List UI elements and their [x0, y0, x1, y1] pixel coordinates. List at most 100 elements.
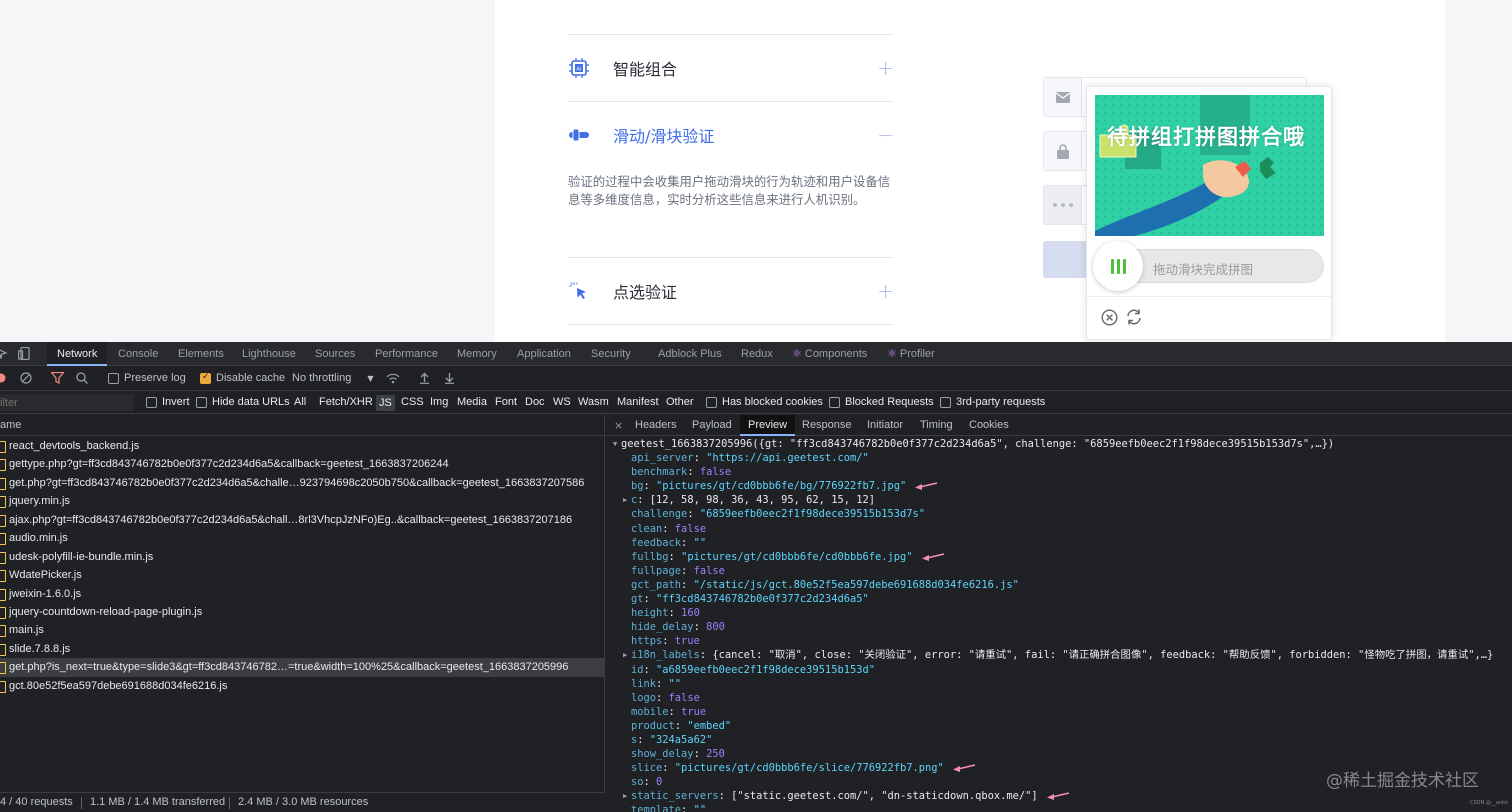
checkbox: [108, 372, 119, 384]
expand-triangle-down-icon[interactable]: ▼: [613, 437, 617, 451]
json-root-line[interactable]: ▼ geetest_1663837205996({gt: "ff3cd843746…: [606, 437, 1512, 451]
device-toolbar-icon[interactable]: [17, 346, 32, 361]
has-blocked-cookies-checkbox[interactable]: Has blocked cookies: [706, 396, 823, 408]
tab-lighthouse[interactable]: Lighthouse: [242, 342, 296, 366]
tab-timing[interactable]: Timing: [920, 415, 953, 436]
type-filter-wasm[interactable]: Wasm: [578, 396, 609, 408]
tab-preview[interactable]: Preview: [740, 415, 796, 436]
tab-performance[interactable]: Performance: [375, 342, 438, 366]
request-row[interactable]: slide.7.8.8.js: [0, 640, 604, 658]
third-party-checkbox[interactable]: 3rd-party requests: [940, 396, 1045, 408]
request-row[interactable]: udesk-polyfill-ie-bundle.min.js: [0, 548, 604, 566]
type-filter-media[interactable]: Media: [457, 396, 487, 408]
feature-click-verify[interactable]: 点选验证 +: [568, 271, 894, 311]
feature-slider-verify[interactable]: 滑动/滑块验证 −: [568, 115, 894, 155]
request-row[interactable]: jquery.min.js: [0, 492, 604, 510]
type-filter-font[interactable]: Font: [495, 396, 517, 408]
filter-icon[interactable]: [51, 372, 64, 384]
tab-components[interactable]: ⚛ Components: [792, 342, 867, 366]
tab-response[interactable]: Response: [802, 415, 852, 436]
json-value: {cancel: "取消", close: "关闭验证", error: "请重…: [712, 649, 1494, 662]
expand-toggle[interactable]: +: [877, 56, 894, 80]
type-filter-doc[interactable]: Doc: [525, 396, 545, 408]
type-filter-fetch-xhr[interactable]: Fetch/XHR: [319, 396, 373, 408]
slider-handle[interactable]: [1093, 241, 1143, 291]
request-row[interactable]: react_devtools_backend.js: [0, 437, 604, 455]
type-filter-all[interactable]: All: [294, 396, 306, 408]
lock-icon: [1044, 132, 1082, 170]
annotation-arrow-icon: [921, 552, 945, 562]
checkbox-label: Preserve log: [124, 372, 186, 384]
tab-application[interactable]: Application: [517, 342, 571, 366]
clear-icon[interactable]: [20, 372, 32, 384]
json-colon: :: [668, 705, 682, 718]
type-filter-js[interactable]: JS: [376, 395, 395, 411]
request-row[interactable]: audio.min.js: [0, 529, 604, 547]
json-key: template: [631, 804, 682, 812]
inspect-icon[interactable]: [0, 347, 8, 361]
request-row[interactable]: ajax.php?gt=ff3cd843746782b0e0f377c2d234…: [0, 511, 604, 529]
throttling-select[interactable]: No throttling ▼: [292, 372, 373, 384]
json-property-line[interactable]: ▶ c: [12, 58, 98, 36, 43, 95, 62, 15, 12]: [606, 493, 1512, 507]
tab-memory[interactable]: Memory: [457, 342, 497, 366]
collapse-toggle[interactable]: −: [877, 123, 894, 147]
blocked-requests-checkbox[interactable]: Blocked Requests: [829, 396, 934, 408]
tab-payload[interactable]: Payload: [692, 415, 732, 436]
tab-cookies[interactable]: Cookies: [969, 415, 1009, 436]
tab-console[interactable]: Console: [118, 342, 158, 366]
request-row[interactable]: gettype.php?gt=ff3cd843746782b0e0f377c2d…: [0, 455, 604, 473]
expand-triangle-right-icon[interactable]: ▶: [623, 648, 627, 662]
expand-triangle-right-icon[interactable]: ▶: [623, 493, 627, 507]
type-filter-manifest[interactable]: Manifest: [617, 396, 659, 408]
expand-triangle-right-icon[interactable]: ▶: [623, 789, 627, 803]
tab-redux[interactable]: Redux: [741, 342, 773, 366]
request-row[interactable]: gct.80e52f5ea597debe691688d034fe6216.js: [0, 677, 604, 695]
tab-network[interactable]: Network: [47, 342, 108, 366]
import-har-icon[interactable]: [419, 372, 430, 384]
invert-checkbox[interactable]: Invert: [146, 396, 190, 408]
json-value: 800: [706, 621, 725, 634]
tab-headers[interactable]: Headers: [635, 415, 677, 436]
tab-security[interactable]: Security: [591, 342, 631, 366]
tab-elements[interactable]: Elements: [178, 342, 224, 366]
type-filter-other[interactable]: Other: [666, 396, 694, 408]
close-icon[interactable]: [1100, 308, 1118, 326]
type-filter-css[interactable]: CSS: [401, 396, 424, 408]
expand-toggle[interactable]: +: [877, 279, 894, 303]
record-icon[interactable]: [0, 373, 6, 383]
tab-adblock-plus[interactable]: Adblock Plus: [658, 342, 722, 366]
type-filter-ws[interactable]: WS: [553, 396, 571, 408]
tab-profiler[interactable]: ⚛ Profiler: [887, 342, 935, 366]
json-colon: :: [681, 804, 694, 812]
name-column-header[interactable]: ame: [0, 415, 604, 436]
request-row[interactable]: get.php?is_next=true&type=slide3&gt=ff3c…: [0, 658, 604, 677]
request-row[interactable]: get.php?gt=ff3cd843746782b0e0f377c2d234d…: [0, 474, 604, 492]
network-status-bar: 4 / 40 requests 1.1 MB / 1.4 MB transfer…: [0, 792, 605, 812]
network-conditions-icon[interactable]: [386, 372, 400, 384]
request-row[interactable]: jweixin-1.6.0.js: [0, 585, 604, 603]
hide-data-urls-checkbox[interactable]: Hide data URLs: [196, 396, 290, 408]
tab-initiator[interactable]: Initiator: [867, 415, 903, 436]
json-property-line[interactable]: ▶ i18n_labels: {cancel: "取消", close: "关闭验…: [606, 648, 1512, 662]
disable-cache-checkbox[interactable]: Disable cache: [200, 372, 285, 384]
refresh-icon[interactable]: [1125, 308, 1143, 326]
json-property-line[interactable]: ▶ static_servers: ["static.geetest.com/",…: [606, 789, 1512, 803]
filter-input[interactable]: [0, 394, 134, 411]
watermark: @稀土掘金技术社区: [1326, 771, 1479, 791]
feature-smart-combo[interactable]: AI 智能组合 +: [568, 48, 894, 88]
tab-sources[interactable]: Sources: [315, 342, 355, 366]
captcha-popup: 待拼组打拼图拼合哦 拖动滑块完成拼图: [1086, 86, 1332, 340]
type-filter-img[interactable]: Img: [430, 396, 448, 408]
json-value: false: [693, 564, 725, 577]
request-row[interactable]: main.js: [0, 621, 604, 639]
request-row[interactable]: WdatePicker.js: [0, 566, 604, 584]
search-icon[interactable]: [76, 372, 88, 384]
request-detail-panel: × Headers Payload Preview Response Initi…: [606, 415, 1512, 812]
json-value: "https://api.geetest.com/": [706, 452, 869, 465]
close-detail-icon[interactable]: ×: [614, 415, 623, 436]
request-row[interactable]: jquery-countdown-reload-page-plugin.js: [0, 603, 604, 621]
preserve-log-checkbox[interactable]: Preserve log: [108, 372, 186, 384]
json-key: static_servers: [631, 790, 719, 803]
export-har-icon[interactable]: [444, 372, 455, 384]
tab-label: Components: [804, 348, 868, 360]
